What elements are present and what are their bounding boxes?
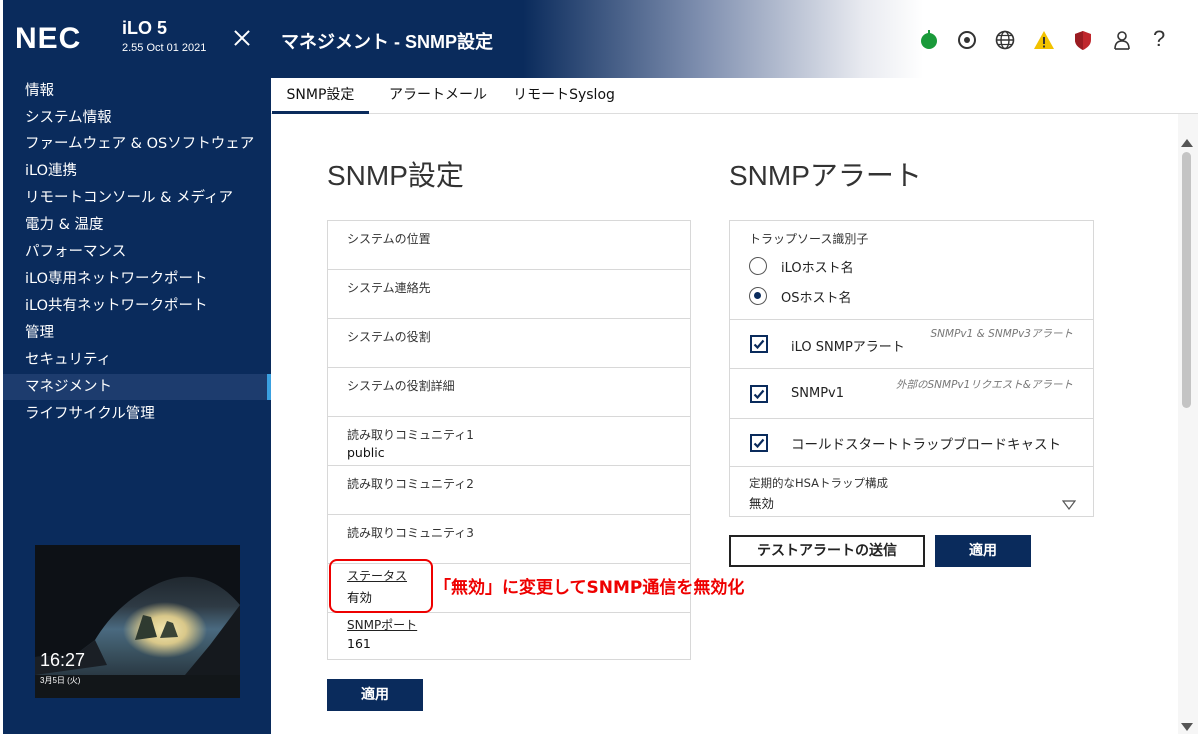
snmp-port-field[interactable]: SNMPポート 161 — [328, 612, 691, 660]
trap-source-os-hostname-label[interactable]: OSホスト名 — [781, 287, 852, 306]
cold-start-trap-checkbox[interactable] — [750, 434, 768, 452]
snmp-settings-title: SNMP設定 — [327, 160, 464, 191]
firmware-version: 2.55 Oct 01 2021 — [122, 42, 207, 54]
snmpv1-note: 外部のSNMPv1リクエスト&アラート — [896, 379, 1073, 391]
location-icon[interactable] — [955, 28, 979, 52]
page-title: マネジメント - SNMP設定 — [281, 32, 494, 52]
tab-alert-mail[interactable]: アラートメール — [377, 78, 499, 114]
scroll-down-arrow-icon[interactable] — [1181, 716, 1193, 735]
system-role-field[interactable]: システムの役割 — [328, 319, 691, 368]
console-clock-time: 16:27 — [40, 650, 86, 670]
tab-snmp-settings[interactable]: SNMP設定 — [272, 78, 369, 114]
sidebar-item-remote-console-media[interactable]: リモートコンソール & メディア — [3, 185, 271, 211]
field-label: 読み取りコミュニティ1 — [347, 428, 474, 442]
sidebar-item-performance[interactable]: パフォーマンス — [3, 239, 271, 265]
cold-start-trap-label: コールドスタートトラップブロードキャスト — [791, 437, 1061, 453]
hsa-trap-select[interactable]: 定期的なHSAトラップ構成 無効 — [730, 466, 1093, 516]
sidebar-item-dedicated-network-port[interactable]: iLO専用ネットワークポート — [3, 266, 271, 292]
sidebar-item-power-thermal[interactable]: 電力 & 温度 — [3, 212, 271, 238]
power-status-icon[interactable] — [917, 28, 941, 52]
warning-icon[interactable] — [1032, 28, 1056, 52]
remote-console-thumbnail[interactable]: 16:27 3月5日 (火) — [35, 545, 240, 698]
help-icon[interactable]: ? — [1153, 26, 1177, 51]
read-community-2-field[interactable]: 読み取りコミュニティ2 — [328, 466, 691, 515]
scrollbar-thumb[interactable] — [1182, 152, 1191, 408]
sidebar-item-system-information[interactable]: システム情報 — [3, 105, 271, 131]
annotation-highlight-box — [329, 559, 433, 613]
field-label: システムの位置 — [347, 232, 431, 246]
field-label: 読み取りコミュニティ3 — [347, 526, 474, 540]
system-role-detail-field[interactable]: システムの役割詳細 — [328, 368, 691, 417]
snmp-alerts-title: SNMPアラート — [729, 160, 922, 191]
ilo-snmp-alerts-label: iLO SNMPアラート — [791, 340, 905, 355]
globe-icon[interactable] — [993, 28, 1017, 52]
annotation-text: 「無効」に変更してSNMP通信を無効化 — [434, 578, 745, 598]
trap-source-os-hostname-radio[interactable] — [749, 287, 767, 305]
sidebar-item-ilo-federation[interactable]: iLO連携 — [3, 158, 271, 184]
snmp-port-label-link[interactable]: SNMPポート — [347, 616, 417, 633]
read-community-1-field[interactable]: 読み取りコミュニティ1 public — [328, 417, 691, 466]
security-shield-icon[interactable] — [1071, 28, 1095, 52]
snmpv1-checkbox[interactable] — [750, 385, 768, 403]
scroll-up-arrow-icon[interactable] — [1181, 132, 1193, 151]
snmp-settings-apply-button[interactable]: 適用 — [327, 679, 423, 711]
close-icon[interactable] — [230, 26, 254, 50]
field-label: システムの役割詳細 — [347, 379, 455, 393]
sidebar-item-shared-network-port[interactable]: iLO共有ネットワークポート — [3, 293, 271, 319]
ilo-snmp-alerts-checkbox[interactable] — [750, 335, 768, 353]
sidebar-item-security[interactable]: セキュリティ — [3, 347, 271, 373]
trap-source-ilo-hostname-label[interactable]: iLOホスト名 — [781, 257, 854, 276]
trap-source-ilo-hostname-radio[interactable] — [749, 257, 767, 275]
ilo-snmp-alerts-row: iLO SNMPアラート SNMPv1 & SNMPv3アラート — [730, 319, 1093, 368]
sidebar-item-lifecycle-management[interactable]: ライフサイクル管理 — [3, 401, 271, 427]
field-label: システムの役割 — [347, 330, 431, 344]
hsa-trap-label: 定期的なHSAトラップ構成 — [749, 476, 889, 490]
ilo-snmp-alerts-note: SNMPv1 & SNMPv3アラート — [930, 328, 1073, 340]
sidebar-item-information[interactable]: 情報 — [3, 78, 271, 104]
sidebar-nav: 情報 システム情報 ファームウェア & OSソフトウェア iLO連携 リモートコ… — [3, 78, 271, 734]
read-community-3-field[interactable]: 読み取りコミュニティ3 — [328, 515, 691, 564]
sidebar-item-administration[interactable]: 管理 — [3, 320, 271, 346]
chevron-down-icon — [1061, 495, 1077, 514]
nec-logo: NEC — [15, 22, 82, 55]
console-clock-date: 3月5日 (火) — [40, 676, 81, 685]
trap-source-label: トラップソース識別子 — [749, 232, 869, 246]
sidebar-item-management[interactable]: マネジメント — [3, 374, 271, 400]
header-bar: NEC iLO 5 2.55 Oct 01 2021 マネジメント - SNMP… — [3, 0, 1198, 78]
tab-bar: SNMP設定 アラートメール リモートSyslog — [271, 78, 1198, 114]
sidebar-item-firmware-os-software[interactable]: ファームウェア & OSソフトウェア — [3, 131, 271, 157]
hsa-trap-value: 無効 — [749, 496, 775, 511]
cold-start-trap-row: コールドスタートトラップブロードキャスト — [730, 418, 1093, 466]
user-icon[interactable] — [1110, 28, 1134, 52]
product-name: iLO 5 — [122, 18, 168, 38]
snmpv1-row: SNMPv1 外部のSNMPv1リクエスト&アラート — [730, 368, 1093, 418]
snmp-alerts-apply-button[interactable]: 適用 — [935, 535, 1031, 567]
tab-remote-syslog[interactable]: リモートSyslog — [509, 78, 619, 114]
field-label: システム連絡先 — [347, 281, 431, 295]
system-location-field[interactable]: システムの位置 — [328, 221, 691, 270]
send-test-alert-button[interactable]: テストアラートの送信 — [729, 535, 925, 567]
system-contact-field[interactable]: システム連絡先 — [328, 270, 691, 319]
snmpv1-label: SNMPv1 — [791, 386, 844, 401]
snmp-port-value[interactable]: 161 — [347, 636, 371, 651]
snmp-alerts-panel: トラップソース識別子 iLOホスト名 OSホスト名 iLO SNMPアラート S… — [729, 220, 1094, 517]
field-label: 読み取りコミュニティ2 — [347, 477, 474, 491]
field-value[interactable]: public — [347, 445, 385, 460]
vertical-scrollbar[interactable] — [1178, 114, 1198, 734]
